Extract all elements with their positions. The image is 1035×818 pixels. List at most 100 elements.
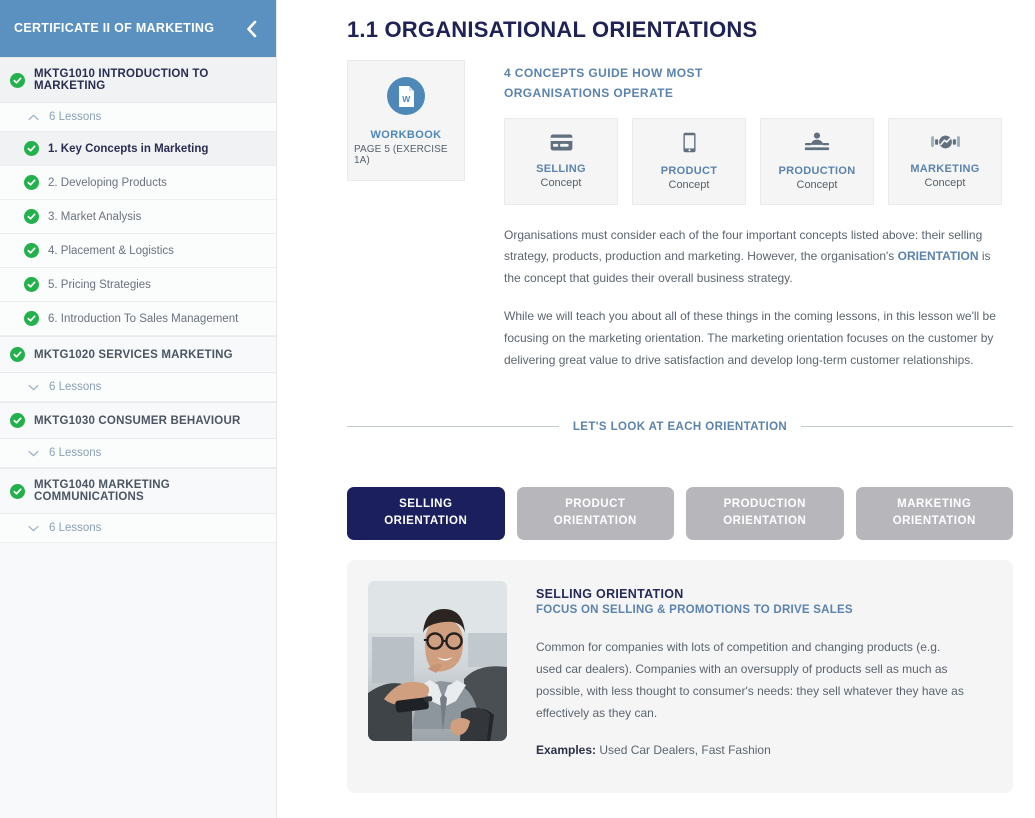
sidebar-item-lesson-6[interactable]: 6. Introduction To Sales Management [0,302,276,336]
lesson-intro-row: W WORKBOOK PAGE 5 (EXERCISE 1A) 4 CONCEP… [347,60,1013,372]
sidebar-item-lesson-2[interactable]: 2. Developing Products [0,166,276,200]
concept-card-selling[interactable]: SELLING Concept [504,117,618,205]
detail-examples-label: Examples: [536,743,597,758]
check-circle-icon [24,277,39,292]
sidebar-lessons-count: 6 Lessons [49,447,102,459]
concepts-row: SELLING Concept PRODUCT Concept PRODUCTI… [504,117,1013,205]
lesson-content: 1.1 ORGANISATIONAL ORIENTATIONS W WORKBO… [277,0,1035,818]
tab-label-line2: ORIENTATION [892,515,976,528]
salesman-photo [368,580,507,741]
conveyor-belt-icon [803,132,831,153]
concept-card-marketing[interactable]: MARKETING Concept [888,117,1002,205]
sidebar-item-lesson-3[interactable]: 3. Market Analysis [0,200,276,234]
word-document-icon: W [387,77,425,115]
check-circle-icon [10,413,25,428]
tab-product-orientation[interactable]: PRODUCT ORIENTATION [516,486,674,540]
check-circle-icon [10,483,25,499]
detail-title: SELLING ORIENTATION [536,586,684,601]
handshake-icon [930,133,960,151]
concept-name: MARKETING [910,163,980,176]
sidebar-lessons-count: 6 Lessons [49,111,102,123]
concept-card-production[interactable]: PRODUCTION Concept [760,117,874,205]
check-circle-icon [24,175,39,190]
sidebar-item-lesson-1[interactable]: 1. Key Concepts in Marketing [0,132,276,166]
sidebar-module-mktg1020[interactable]: MKTG1020 SERVICES MARKETING [0,336,276,373]
sidebar-module-mktg1040[interactable]: MKTG1040 MARKETING COMMUNICATIONS [0,468,276,514]
workbook-title: WORKBOOK [370,129,442,141]
detail-examples-value: Used Car Dealers, Fast Fashion [596,743,771,758]
svg-text:W: W [402,94,411,104]
concept-sub: Concept [540,176,582,189]
sidebar-header: CERTIFICATE II OF MARKETING [0,0,276,57]
sidebar-lesson-label: 4. Placement & Logistics [48,244,174,257]
sidebar-module-mktg1010[interactable]: MKTG1010 INTRODUCTION TO MARKETING [0,57,276,103]
check-circle-icon [24,209,39,224]
chevron-up-icon [28,114,39,121]
concepts-column: 4 CONCEPTS GUIDE HOW MOST ORGANISATIONS … [504,60,1013,372]
tab-selling-orientation[interactable]: SELLING ORIENTATION [347,486,505,540]
sidebar-module-label: MKTG1020 SERVICES MARKETING [34,348,233,361]
detail-text: Common for companies with lots of compet… [536,639,964,721]
workbook-card[interactable]: W WORKBOOK PAGE 5 (EXERCISE 1A) [347,60,465,181]
section-divider: LET'S LOOK AT EACH ORIENTATION [347,421,1013,433]
chevron-down-icon [28,384,39,391]
credit-card-icon [550,134,573,151]
sidebar-module-label: MKTG1040 MARKETING COMMUNICATIONS [34,479,170,503]
orientation-detail-card: SELLING ORIENTATION FOCUS ON SELLING & P… [347,559,1013,793]
tab-label-line1: MARKETING [897,498,972,511]
orientation-detail-body: SELLING ORIENTATION FOCUS ON SELLING & P… [536,581,991,772]
chevron-down-icon [28,450,39,457]
concept-name: PRODUCTION [778,164,856,177]
sidebar-lesson-label: 6. Introduction To Sales Management [48,312,239,325]
workbook-subtitle: PAGE 5 (EXERCISE 1A) [354,144,448,166]
detail-examples: Examples: Used Car Dealers, Fast Fashion [536,743,991,757]
divider-line-left [347,426,559,428]
chevron-left-icon[interactable] [240,18,262,40]
sidebar-lesson-label: 5. Pricing Strategies [48,278,151,291]
lesson-body-copy: Organisations must consider each of the … [504,225,1004,372]
sidebar-lessons-count: 6 Lessons [49,381,102,393]
lms-lesson-page: CERTIFICATE II OF MARKETING MKTG1010 INT… [0,0,1035,818]
page-title: 1.1 ORGANISATIONAL ORIENTATIONS [347,17,758,42]
concept-name: SELLING [536,162,586,175]
tab-label-line2: ORIENTATION [553,515,637,528]
sidebar-lesson-label: 3. Market Analysis [48,210,142,223]
orientation-highlight: ORIENTATION [897,249,979,264]
orientation-tabs: SELLING ORIENTATION PRODUCT ORIENTATION … [347,486,1013,540]
sidebar-module-mktg1030[interactable]: MKTG1030 CONSUMER BEHAVIOUR [0,402,276,439]
sidebar-module-label: MKTG1010 INTRODUCTION TO MARKETING [34,68,209,92]
concept-card-product[interactable]: PRODUCT Concept [632,117,746,205]
sidebar-item-lesson-4[interactable]: 4. Placement & Logistics [0,234,276,268]
divider-label: LET'S LOOK AT EACH ORIENTATION [572,420,788,433]
check-circle-icon [10,347,25,362]
concept-sub: Concept [924,177,966,190]
course-sidebar: CERTIFICATE II OF MARKETING MKTG1010 INT… [0,0,277,818]
sidebar-lesson-label: 2. Developing Products [48,176,167,189]
sidebar-lessons-toggle-mktg1020[interactable]: 6 Lessons [0,373,276,402]
divider-line-right [801,426,1013,428]
sidebar-lessons-count: 6 Lessons [49,522,102,534]
check-circle-icon [24,311,39,326]
sidebar-lesson-label: 1. Key Concepts in Marketing [48,142,209,155]
concept-sub: Concept [668,178,710,191]
tab-label-line2: ORIENTATION [723,515,807,528]
check-circle-icon [24,141,39,156]
course-title: CERTIFICATE II OF MARKETING [14,20,215,35]
sidebar-lessons-toggle-mktg1010[interactable]: 6 Lessons [0,103,276,132]
check-circle-icon [10,72,25,88]
tab-label-line1: SELLING [399,498,453,511]
concept-name: PRODUCT [660,164,718,177]
tab-marketing-orientation[interactable]: MARKETING ORIENTATION [855,486,1013,540]
check-circle-icon [24,243,39,258]
tab-label-line1: PRODUCT [565,498,626,511]
tab-production-orientation[interactable]: PRODUCTION ORIENTATION [686,486,844,540]
concepts-kicker: 4 CONCEPTS GUIDE HOW MOST ORGANISATIONS … [504,66,703,100]
tab-label-line2: ORIENTATION [384,515,468,528]
sidebar-item-lesson-5[interactable]: 5. Pricing Strategies [0,268,276,302]
sidebar-lessons-toggle-mktg1040[interactable]: 6 Lessons [0,514,276,543]
concept-sub: Concept [796,178,838,191]
sidebar-lessons-toggle-mktg1030[interactable]: 6 Lessons [0,439,276,468]
mobile-phone-icon [682,132,696,153]
sidebar-module-label: MKTG1030 CONSUMER BEHAVIOUR [34,414,241,427]
detail-subtitle: FOCUS ON SELLING & PROMOTIONS TO DRIVE S… [536,603,853,616]
